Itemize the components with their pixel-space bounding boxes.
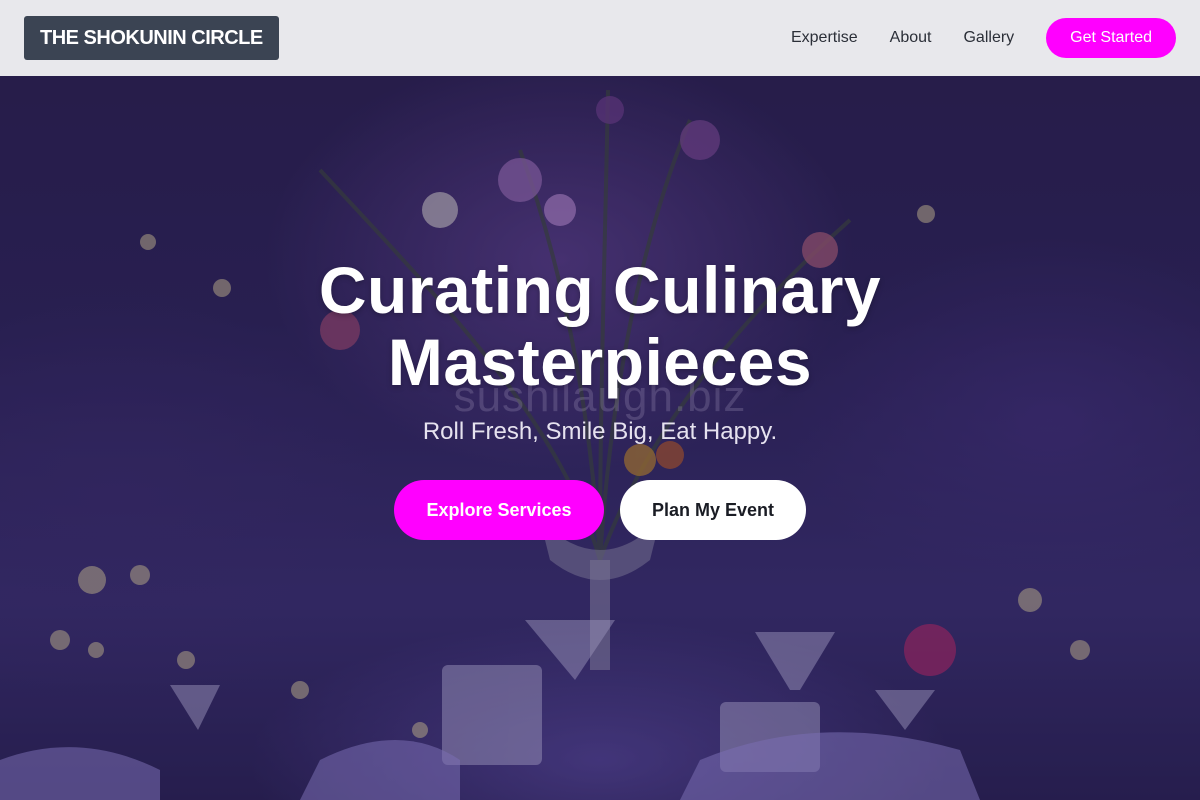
hero-headline: Curating Culinary Masterpieces xyxy=(0,254,1200,398)
hero-content: Curating Culinary Masterpieces Roll Fres… xyxy=(0,254,1200,540)
plan-my-event-button[interactable]: Plan My Event xyxy=(620,480,806,540)
explore-services-button[interactable]: Explore Services xyxy=(394,480,604,540)
headline-line-2: Masterpieces xyxy=(387,325,813,399)
nav-link-expertise[interactable]: Expertise xyxy=(791,29,858,47)
headline-line-1: Curating Culinary xyxy=(318,253,882,327)
site-header: THE SHOKUNIN CIRCLE Expertise About Gall… xyxy=(0,0,1200,76)
get-started-button[interactable]: Get Started xyxy=(1046,18,1176,58)
nav-link-about[interactable]: About xyxy=(890,29,932,47)
nav-link-gallery[interactable]: Gallery xyxy=(963,29,1014,47)
brand-logo[interactable]: THE SHOKUNIN CIRCLE xyxy=(24,16,279,60)
hero-button-group: Explore Services Plan My Event xyxy=(0,480,1200,540)
hero-tagline: Roll Fresh, Smile Big, Eat Happy. xyxy=(422,418,778,445)
main-nav: Expertise About Gallery Get Started xyxy=(791,18,1176,58)
